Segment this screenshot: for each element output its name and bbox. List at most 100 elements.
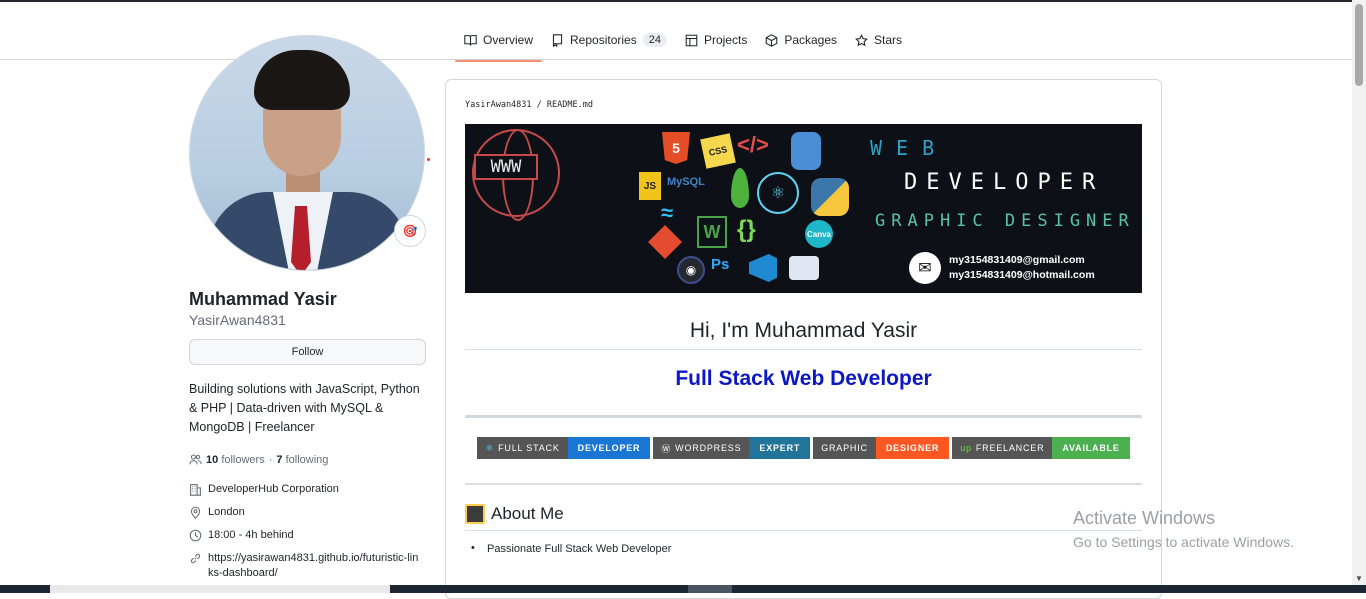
about-me-heading: About Me xyxy=(465,504,1142,531)
github-icon: ◉ xyxy=(677,256,705,284)
profile-login: YasirAwan4831 xyxy=(189,312,286,328)
repo-count-badge: 24 xyxy=(642,33,667,47)
banner-graphic-designer-title: GRAPHIC DESIGNER xyxy=(875,211,1135,231)
about-me-title: About Me xyxy=(491,504,564,523)
badge-right-label: DESIGNER xyxy=(875,437,950,459)
breadcrumb-user-link[interactable]: YasirAwan4831 xyxy=(465,100,532,110)
badge-graphic-designer[interactable]: GRAPHIC DESIGNER xyxy=(813,437,950,459)
page-scrollbar[interactable]: ▼ xyxy=(1352,0,1366,585)
following-count: 7 xyxy=(276,453,283,466)
canva-icon: Canva xyxy=(805,220,833,248)
tab-overview[interactable]: Overview xyxy=(455,26,543,62)
location-item: London xyxy=(189,505,426,520)
tab-packages[interactable]: Packages xyxy=(756,26,846,54)
badge-freelancer-available[interactable]: up FREELANCER AVAILABLE xyxy=(952,437,1130,459)
readme-greeting-heading: Hi, I'm Muhammad Yasir xyxy=(465,319,1142,350)
badge-right-label: EXPERT xyxy=(749,437,811,459)
readme-role-heading: Full Stack Web Developer xyxy=(675,367,932,390)
database-icon xyxy=(791,132,821,170)
table-icon xyxy=(685,34,698,46)
repo-icon xyxy=(552,33,563,47)
book-icon xyxy=(464,34,477,45)
badge-left-label: FREELANCER xyxy=(975,443,1045,453)
website-item: https://yasirawan4831.github.io/futurist… xyxy=(189,551,426,581)
css-icon: CSS xyxy=(700,133,736,169)
js-icon: JS xyxy=(639,172,661,200)
following-link[interactable]: 7 following xyxy=(276,454,328,466)
clock-icon xyxy=(189,529,202,542)
react-icon: ⚛ xyxy=(485,442,495,453)
followers-label: followers xyxy=(221,453,265,466)
readme-banner-image: WWW 5 CSS </> JS MySQL ⚛ ≈ W {} Canva ◉ … xyxy=(465,124,1142,293)
activate-windows-watermark: Activate Windows Go to Settings to activ… xyxy=(1073,508,1294,550)
company-text: DeveloperHub Corporation xyxy=(208,483,339,495)
package-icon xyxy=(766,33,778,47)
html5-icon: 5 xyxy=(662,132,690,164)
git-icon xyxy=(648,225,682,259)
badge-right-label: AVAILABLE xyxy=(1052,437,1130,459)
wordpress-icon: Ⓦ xyxy=(661,443,672,454)
banner-email-hotmail: my3154831409@hotmail.com xyxy=(949,269,1095,281)
tab-label: Projects xyxy=(703,33,748,47)
wordpress-icon: W xyxy=(697,216,727,248)
followers-count: 10 xyxy=(206,453,219,466)
time-item: 18:00 - 4h behind xyxy=(189,528,426,543)
taskbar-search[interactable] xyxy=(50,585,390,593)
watermark-subtitle: Go to Settings to activate Windows. xyxy=(1073,534,1294,550)
scrollbar-thumb[interactable] xyxy=(1355,4,1363,86)
badge-left-label: WORDPRESS xyxy=(675,443,742,453)
badge-right-label: DEVELOPER xyxy=(567,437,651,459)
www-label: WWW xyxy=(474,154,538,180)
banner-emails: my3154831409@gmail.com my3154831409@hotm… xyxy=(949,253,1095,283)
profile-details: DeveloperHub Corporation London 18:00 - … xyxy=(189,482,426,581)
divider xyxy=(465,483,1142,485)
star-icon xyxy=(855,33,868,46)
badge-left-label: GRAPHIC xyxy=(821,443,868,453)
photoshop-icon: Ps xyxy=(711,256,730,273)
breadcrumb: YasirAwan4831 / README.md xyxy=(465,100,1142,110)
vscode-icon xyxy=(749,254,777,282)
people-icon xyxy=(189,454,202,465)
profile-tabs: Overview Repositories 24 Projects Packag… xyxy=(455,26,911,62)
location-icon xyxy=(190,506,201,519)
list-item: Passionate Full Stack Web Developer xyxy=(465,542,1142,555)
tab-label: Stars xyxy=(874,33,903,47)
breadcrumb-file-link[interactable]: README.md xyxy=(547,100,593,110)
badge-full-stack-developer[interactable]: ⚛ FULL STACK DEVELOPER xyxy=(477,437,651,459)
tab-repositories[interactable]: Repositories 24 xyxy=(542,26,676,54)
tailwind-icon: ≈ xyxy=(661,200,674,225)
tab-label: Packages xyxy=(784,33,838,47)
follow-button[interactable]: Follow xyxy=(189,339,426,365)
braces-icon: {} xyxy=(737,216,756,243)
tab-label: Overview xyxy=(483,33,534,47)
tab-stars[interactable]: Stars xyxy=(846,26,911,54)
python-icon xyxy=(811,178,849,216)
link-icon xyxy=(190,553,201,564)
profile-name: Muhammad Yasir xyxy=(189,289,337,309)
website-link[interactable]: https://yasirawan4831.github.io/futurist… xyxy=(208,551,423,581)
profile-bio: Building solutions with JavaScript, Pyth… xyxy=(189,382,420,434)
readme-card: YasirAwan4831 / README.md WWW 5 CSS </> … xyxy=(445,79,1162,599)
scroll-down-arrow-icon[interactable]: ▼ xyxy=(1355,574,1363,583)
computer-emoji-icon xyxy=(465,504,485,524)
mongodb-leaf-icon xyxy=(731,168,749,208)
avatar[interactable] xyxy=(189,35,425,271)
followers-link[interactable]: 10 followers xyxy=(206,454,265,466)
time-text: 18:00 - 4h behind xyxy=(208,529,294,541)
react-icon: ⚛ xyxy=(757,172,799,214)
location-text: London xyxy=(208,506,245,518)
taskbar-app[interactable] xyxy=(688,585,732,593)
banner-developer-title: DEVELOPER xyxy=(904,170,1105,195)
profile-sidebar: 🎯 Muhammad Yasir YasirAwan4831 Follow Bu… xyxy=(189,35,430,589)
tab-projects[interactable]: Projects xyxy=(676,26,756,54)
bootstrap-icon xyxy=(789,256,819,280)
watermark-title: Activate Windows xyxy=(1073,508,1216,528)
status-emoji-button[interactable]: 🎯 xyxy=(394,215,426,247)
mysql-icon: MySQL xyxy=(667,176,705,188)
bullet-prefix: Passionate xyxy=(487,543,545,555)
badge-wordpress-expert[interactable]: Ⓦ WORDPRESS EXPERT xyxy=(653,437,811,459)
organization-icon xyxy=(189,484,202,496)
divider xyxy=(465,415,1142,418)
followers-row: 10 followers · 7 following xyxy=(189,453,426,466)
following-label: following xyxy=(285,453,329,466)
